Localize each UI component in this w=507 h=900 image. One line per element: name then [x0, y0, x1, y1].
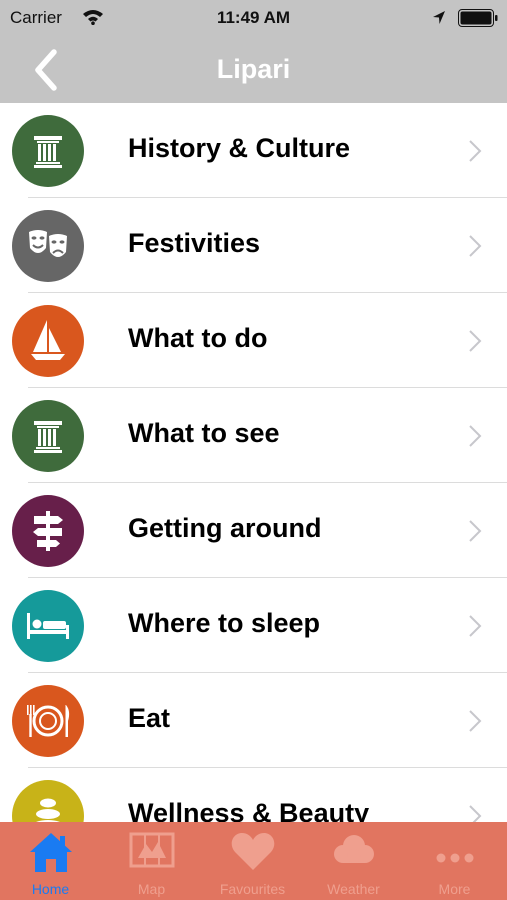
list-item-label: Festivities [128, 228, 261, 258]
chevron-right-icon [469, 140, 482, 162]
list-item-label: What to do [128, 323, 268, 353]
chevron-right-icon [469, 710, 482, 732]
list-item-where-to-sleep[interactable]: Where to sleep [0, 578, 507, 673]
chevron-right-icon [469, 425, 482, 447]
heart-icon [231, 833, 274, 870]
map-icon [129, 832, 174, 868]
category-icon-badge [12, 685, 84, 757]
list-item-festivities[interactable]: Festivities [0, 198, 507, 293]
page-title: Lipari [216, 54, 291, 84]
list-item-history-culture[interactable]: History & Culture [0, 103, 507, 198]
clock: 11:49 AM [216, 8, 291, 27]
list-item-label: History & Culture [128, 133, 351, 163]
chevron-right-icon [469, 805, 482, 822]
tab-label: Map [137, 881, 166, 897]
category-icon-badge [12, 780, 84, 822]
category-list: History & Culture Festivities What to do… [0, 103, 507, 822]
category-icon-badge [12, 400, 84, 472]
tab-favourites[interactable]: Favourites [202, 822, 303, 900]
tab-label: More [438, 881, 471, 897]
column-icon [34, 421, 62, 453]
tab-bar: Home Map Favourites Weather More [0, 822, 507, 900]
list-item-what-to-see[interactable]: What to see [0, 388, 507, 483]
signpost-icon [33, 511, 63, 551]
list-item-what-to-do[interactable]: What to do [0, 293, 507, 388]
tab-home[interactable]: Home [0, 822, 101, 900]
tab-weather[interactable]: Weather [303, 822, 404, 900]
tab-more[interactable]: More [404, 822, 505, 900]
list-item-wellness-beauty[interactable]: Wellness & Beauty [0, 768, 507, 822]
list-item-label: Where to sleep [128, 608, 321, 638]
list-item-label: Eat [128, 703, 171, 733]
list-item-label: Wellness & Beauty [128, 798, 370, 822]
navigation-bar: Lipari [0, 36, 507, 103]
chevron-right-icon [469, 615, 482, 637]
category-icon-badge [12, 495, 84, 567]
list-item-label: What to see [128, 418, 280, 448]
chevron-right-icon [469, 235, 482, 257]
status-bar: Carrier 11:49 AM [0, 0, 507, 36]
sailboat-icon [31, 320, 65, 360]
battery-icon [458, 9, 498, 27]
category-icon-badge [12, 210, 84, 282]
tab-label: Weather [327, 881, 380, 897]
home-icon [29, 833, 72, 872]
cloud-icon [333, 835, 374, 863]
category-icon-badge [12, 590, 84, 662]
location-arrow-icon [433, 11, 445, 24]
theatre-masks-icon [29, 230, 67, 257]
bed-icon [27, 613, 69, 639]
category-icon-badge [12, 115, 84, 187]
more-dots-icon [436, 853, 473, 863]
plate-cutlery-icon [27, 705, 70, 737]
list-item-eat[interactable]: Eat [0, 673, 507, 768]
list-item-label: Getting around [128, 513, 322, 543]
chevron-right-icon [469, 520, 482, 542]
list-item-getting-around[interactable]: Getting around [0, 483, 507, 578]
tab-label: Home [31, 881, 70, 897]
column-icon [34, 136, 62, 168]
tab-label: Favourites [219, 881, 286, 897]
category-icon-badge [12, 305, 84, 377]
spa-stones-icon [36, 798, 60, 822]
chevron-right-icon [469, 330, 482, 352]
tab-map[interactable]: Map [101, 822, 202, 900]
